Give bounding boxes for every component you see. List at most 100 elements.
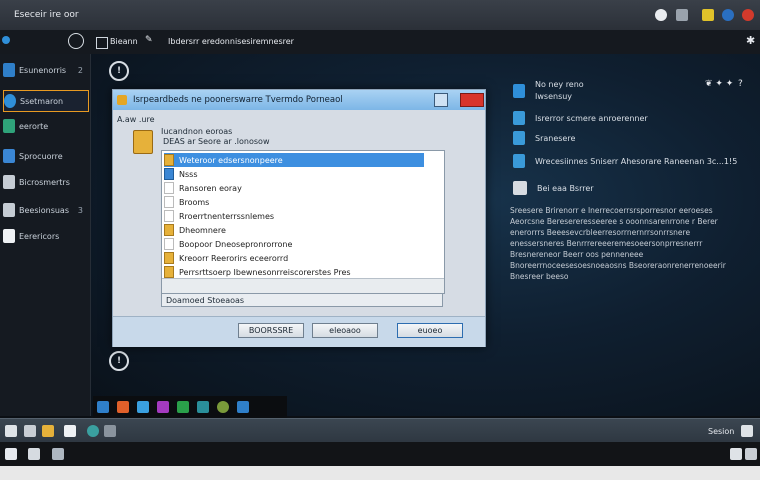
list-item[interactable]: Nsss [164, 167, 424, 181]
media-icon[interactable] [157, 401, 169, 413]
notepad-icon[interactable] [64, 425, 76, 437]
folder-icon[interactable] [42, 425, 54, 437]
browser-icon[interactable] [87, 425, 99, 437]
folder-icon [164, 224, 174, 236]
menu-icon[interactable] [676, 9, 688, 21]
status-field: Doamoed Stoeaoas [161, 293, 443, 307]
info-item-label: Isrerror scmere anroerenner [535, 113, 648, 123]
info-item[interactable]: Bei eaa Bsrrer [513, 181, 594, 195]
list-item[interactable]: Kreoorr Reerorirs eceerorrd [164, 251, 424, 265]
file-icon [164, 182, 174, 194]
settings-icon[interactable]: ✱ [746, 34, 755, 47]
header-icons[interactable]: ❦ ✦ ✦ [705, 79, 733, 89]
terminal-icon [3, 119, 15, 133]
list-item[interactable]: Perrsrttsoerp Ibewnesonrreiscorerstes Pr… [164, 265, 424, 279]
drive-icon [3, 175, 15, 189]
app-icon[interactable] [52, 448, 64, 460]
calc-icon[interactable] [177, 401, 189, 413]
list-item[interactable]: Boopoor Dneosepronrorrone [164, 237, 424, 251]
window-icon[interactable] [104, 425, 116, 437]
document-icon [3, 149, 15, 163]
office-icon[interactable] [117, 401, 129, 413]
browse-button[interactable]: BOORSSRE [238, 323, 304, 338]
pin-icon[interactable] [702, 9, 714, 21]
info-item-label: Sranesere [535, 133, 576, 143]
info-item[interactable]: No ney reno Iwsensuy [513, 80, 584, 101]
help-icon[interactable]: ? [738, 79, 743, 89]
list-item[interactable]: Brooms [164, 195, 424, 209]
clock[interactable]: Sesion [708, 427, 734, 436]
file-list[interactable]: Weteroor edsersnonpeere Nsss Ransoren eo… [161, 150, 445, 294]
list-item-label: Dheomnere [179, 225, 226, 235]
lightbulb-icon[interactable]: ! [109, 61, 129, 81]
close-icon[interactable] [742, 9, 754, 21]
sidebar-item-label: Bicrosmertrs [19, 177, 70, 187]
explorer-icon[interactable] [97, 401, 109, 413]
info-item-label: No ney reno [535, 80, 584, 89]
list-item-label: Weteroor edsersnonpeere [179, 155, 283, 165]
toolbar: Bieann ✎ Ibdersrr eredonnisesiremnesrer … [0, 30, 760, 55]
ok-button[interactable]: euoeo [397, 323, 463, 338]
select-button[interactable]: eleoaoo [312, 323, 378, 338]
sidebar-item-1[interactable]: Ssetmaron [3, 90, 89, 112]
sidebar-item-3[interactable]: Sprocuorre [3, 146, 87, 166]
sidebar-item-6[interactable]: Eerericors [3, 226, 87, 246]
browser-icon[interactable] [137, 401, 149, 413]
network-icon [513, 154, 525, 168]
close-button[interactable] [460, 93, 484, 107]
info-item[interactable]: Wrecesiinnes Sniserr Ahesorare Raneenan … [513, 154, 737, 168]
tray-icon[interactable] [745, 448, 757, 460]
search-icon[interactable] [24, 425, 36, 437]
toolbar-label[interactable]: Bieann [110, 37, 138, 46]
drive-icon [513, 181, 527, 195]
list-item[interactable]: Ransoren eoray [164, 181, 424, 195]
refresh-icon[interactable] [68, 33, 84, 49]
dialog-subtitle: A.aw .ure [117, 115, 155, 124]
app-icon[interactable] [28, 448, 40, 460]
sidebar-item-count: 3 [77, 205, 83, 215]
folder-icon [117, 95, 127, 105]
list-item[interactable]: Rroerrtnenterrssnlemes [164, 209, 424, 223]
list-item-label: Rroerrtnenterrssnlemes [179, 211, 275, 221]
sidebar-item-0[interactable]: Esunenorris 2 [3, 60, 87, 80]
notification-icon[interactable] [741, 425, 753, 437]
photos-icon[interactable] [197, 401, 209, 413]
info-item[interactable]: Isrerror scmere anroerenner [513, 111, 648, 125]
file-icon [164, 168, 174, 180]
list-item[interactable]: Dheomnere [164, 223, 424, 237]
sidebar-item-5[interactable]: Beesionsuas 3 [3, 200, 87, 220]
sidebar-item-4[interactable]: Bicrosmertrs [3, 172, 87, 192]
file-icon [164, 210, 174, 222]
store-icon[interactable] [237, 401, 249, 413]
window-title-bar: Eseceir ire oor [0, 0, 760, 31]
monitor-icon [3, 63, 15, 77]
list-item[interactable]: Weteroor edsersnonpeere [164, 153, 424, 167]
tray-icon[interactable] [730, 448, 742, 460]
info-item[interactable]: Sranesere [513, 131, 575, 145]
drive-icon [3, 203, 15, 217]
chrome-icon[interactable] [217, 401, 229, 413]
file-dialog: Isrpeardbeds ne poonerswarre Tvermdo Por… [112, 89, 486, 347]
sidebar-item-2[interactable]: eerorte [3, 116, 87, 136]
folder-icon [133, 130, 153, 154]
info-item-sub: Iwsensuy [535, 92, 573, 101]
taskbar: Sesion [0, 418, 760, 443]
folder-icon[interactable]: ✎ [145, 35, 155, 45]
toolbar-path[interactable]: Ibdersrr eredonnisesiremnesrer [168, 37, 294, 46]
window-icon[interactable] [96, 37, 108, 49]
screen-bezel [0, 466, 760, 480]
list-item-label: Brooms [179, 197, 210, 207]
maximize-button[interactable] [434, 93, 448, 107]
start-icon[interactable] [5, 425, 17, 437]
sidebar-item-count: 2 [77, 65, 83, 75]
horizontal-scrollbar[interactable] [162, 278, 444, 293]
info-icon[interactable]: ! [109, 351, 129, 371]
app-dock [93, 396, 287, 418]
folder-icon [164, 266, 174, 278]
globe-icon [513, 131, 525, 145]
account-icon[interactable] [655, 9, 667, 21]
globe-icon[interactable] [722, 9, 734, 21]
dialog-title-bar[interactable]: Isrpeardbeds ne poonerswarre Tvermdo Por… [113, 90, 485, 110]
sidebar-item-label: Ssetmaron [20, 96, 64, 106]
app-icon[interactable] [5, 448, 17, 460]
